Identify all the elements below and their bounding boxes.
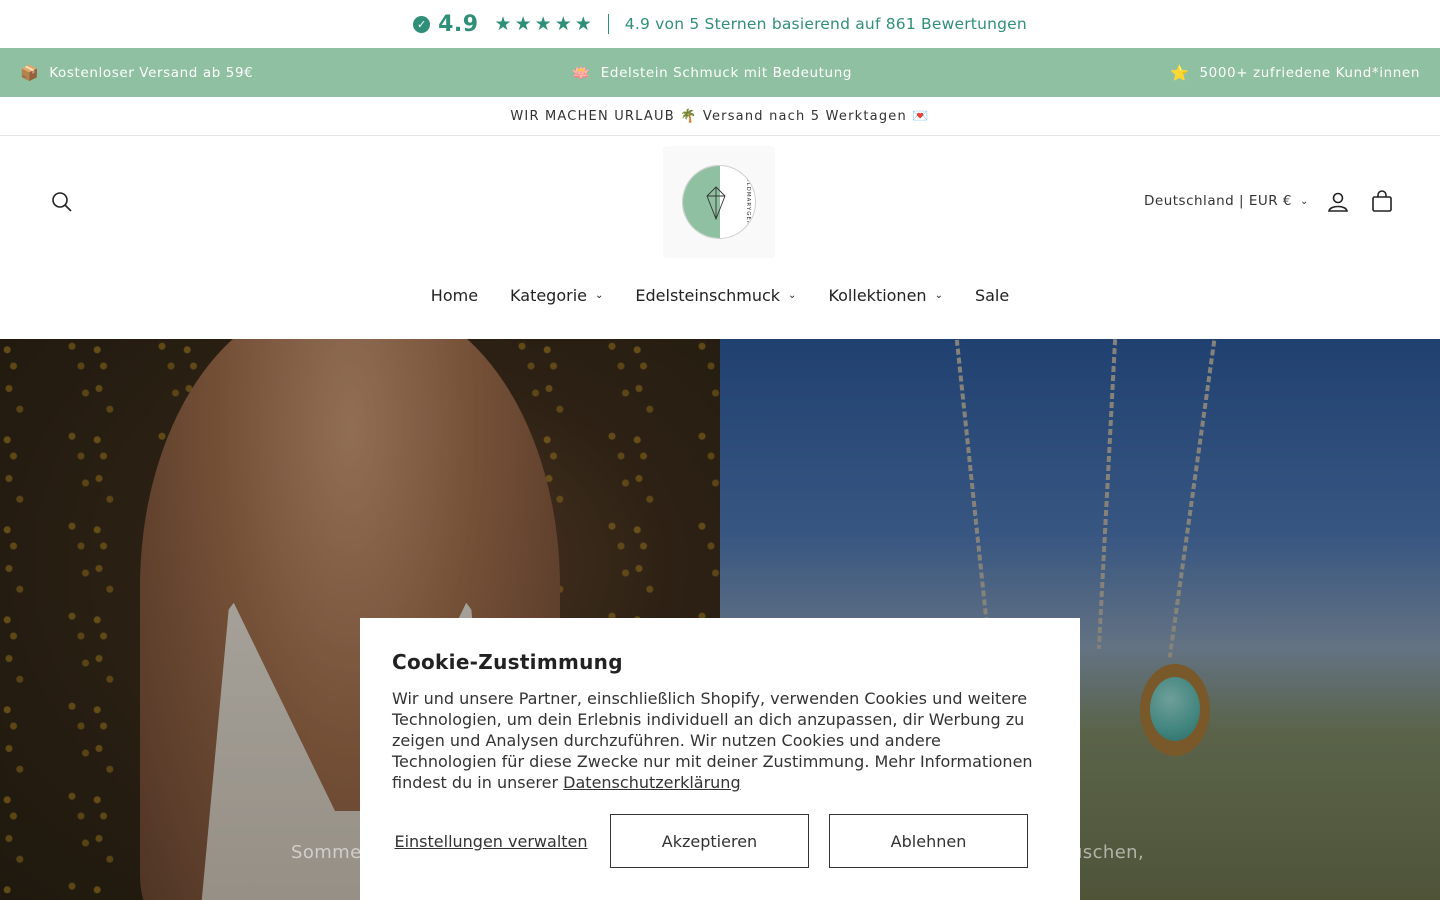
nav-label: Kategorie xyxy=(510,286,587,305)
country-currency-selector[interactable]: Deutschland | EUR € ⌄ xyxy=(1144,193,1309,209)
announcement-text: Edelstein Schmuck mit Bedeutung xyxy=(600,64,853,81)
cookie-body: Wir und unsere Partner, einschließlich S… xyxy=(392,688,1048,793)
divider xyxy=(607,14,609,34)
package-icon: 📦 xyxy=(20,63,40,82)
logo-text: GOLDMARYGEMS xyxy=(745,172,751,232)
announcement-bar: 📦 Kostenloser Versand ab 59€ 🪷 Edelstein… xyxy=(0,48,1440,97)
announcement-item-gemstone: 🪷 Edelstein Schmuck mit Bedeutung xyxy=(572,64,853,82)
decline-button[interactable]: Ablehnen xyxy=(829,814,1028,868)
privacy-policy-link[interactable]: Datenschutzerklärung xyxy=(563,773,740,792)
reviews-bar[interactable]: ✓ 4.9 ★ ★ ★ ★ ★ 4.9 von 5 Sternen basier… xyxy=(0,0,1440,48)
logo-emblem: GOLDMARYGEMS xyxy=(682,165,756,239)
chevron-down-icon: ⌄ xyxy=(1300,195,1309,207)
manage-settings-link[interactable]: Einstellungen verwalten xyxy=(392,832,590,851)
star-icon: ★ xyxy=(574,12,592,35)
vacation-notice: WIR MACHEN URLAUB 🌴 Versand nach 5 Werkt… xyxy=(0,97,1440,136)
nav-item-kategorie[interactable]: Kategorie ⌄ xyxy=(510,286,603,305)
lotus-icon: 🪷 xyxy=(571,63,591,82)
rating-score: 4.9 xyxy=(438,11,479,37)
nav-item-sale[interactable]: Sale xyxy=(975,286,1009,305)
nav-item-home[interactable]: Home xyxy=(431,286,478,305)
nav-item-edelsteinschmuck[interactable]: Edelsteinschmuck ⌄ xyxy=(635,286,796,305)
rating-stars: ★ ★ ★ ★ ★ xyxy=(494,12,592,35)
nav-label: Edelsteinschmuck xyxy=(635,286,781,305)
cookie-actions: Einstellungen verwalten Akzeptieren Able… xyxy=(392,814,1048,868)
rating-summary: 4.9 von 5 Sternen basierend auf 861 Bewe… xyxy=(624,15,1027,33)
nav-label: Sale xyxy=(974,286,1010,305)
chevron-down-icon: ⌄ xyxy=(595,290,604,301)
hero-caption-right: uschen, xyxy=(1071,842,1145,863)
announcement-item-customers: ⭐ 5000+ zufriedene Kund*innen xyxy=(1170,64,1420,82)
star-icon: ★ xyxy=(494,12,512,35)
nav-label: Home xyxy=(430,286,479,305)
chevron-down-icon: ⌄ xyxy=(934,290,943,301)
cart-icon[interactable] xyxy=(1370,190,1394,214)
star-icon: ⭐ xyxy=(1170,63,1190,82)
star-icon: ★ xyxy=(554,12,572,35)
star-icon: ★ xyxy=(514,12,532,35)
account-icon[interactable] xyxy=(1326,190,1350,214)
hero-caption-left: Somme xyxy=(291,842,362,863)
search-icon[interactable] xyxy=(50,190,74,214)
verified-check-icon: ✓ xyxy=(413,15,431,33)
chevron-down-icon: ⌄ xyxy=(788,290,797,301)
site-logo[interactable]: GOLDMARYGEMS xyxy=(663,146,775,258)
site-header: GOLDMARYGEMS Deutschland | EUR € ⌄ Home … xyxy=(0,136,1440,338)
main-navigation: Home Kategorie ⌄ Edelsteinschmuck ⌄ Koll… xyxy=(0,286,1440,305)
nav-label: Kollektionen xyxy=(828,286,927,305)
star-icon: ★ xyxy=(534,12,552,35)
cookie-title: Cookie-Zustimmung xyxy=(392,650,623,674)
announcement-text: 5000+ zufriedene Kund*innen xyxy=(1199,64,1420,81)
announcement-item-shipping: 📦 Kostenloser Versand ab 59€ xyxy=(20,64,253,82)
announcement-text: Kostenloser Versand ab 59€ xyxy=(49,64,254,81)
country-label: Deutschland | EUR € xyxy=(1144,193,1293,209)
cookie-consent-dialog: Cookie-Zustimmung Wir und unsere Partner… xyxy=(360,618,1080,900)
nav-item-kollektionen[interactable]: Kollektionen ⌄ xyxy=(828,286,943,305)
accept-button[interactable]: Akzeptieren xyxy=(610,814,809,868)
